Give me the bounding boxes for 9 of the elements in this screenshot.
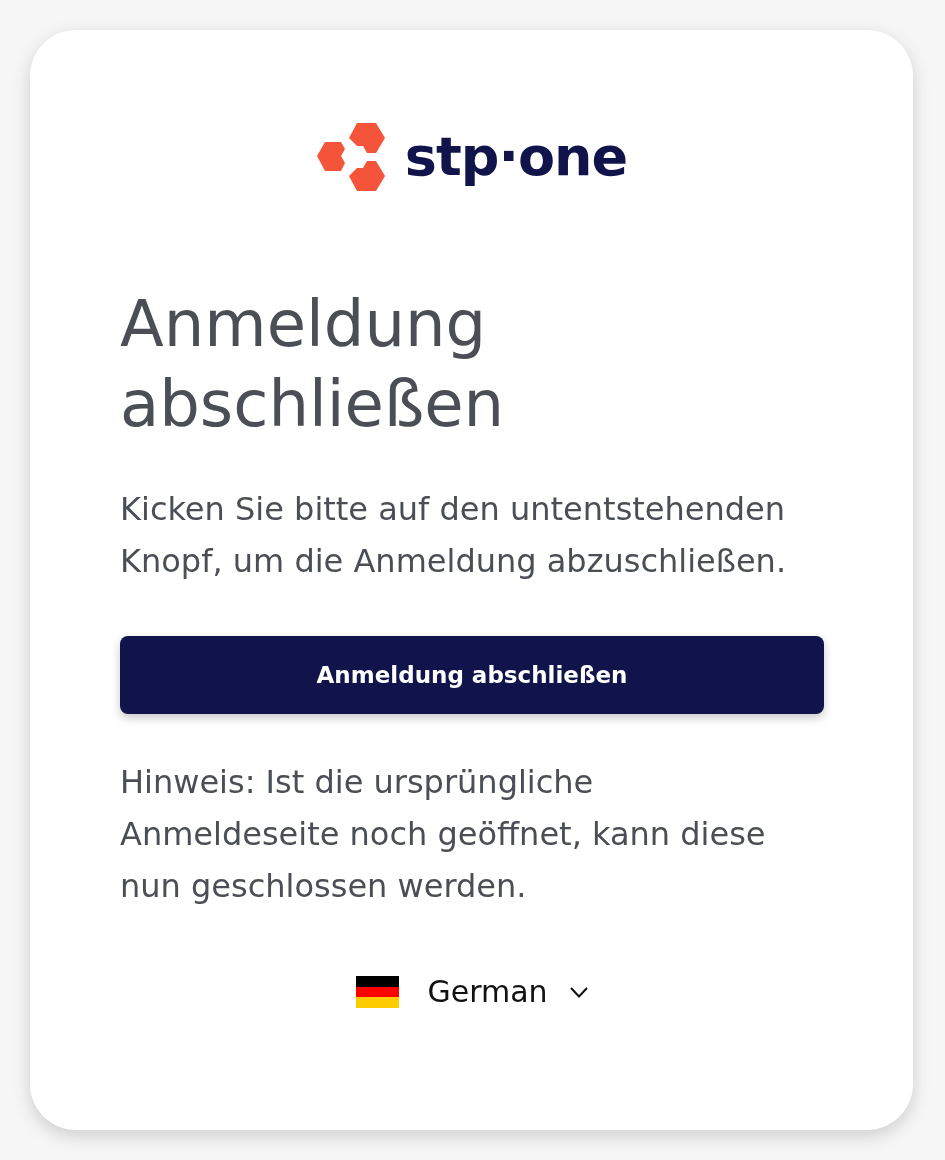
complete-login-button[interactable]: Anmeldung abschließen	[120, 636, 824, 714]
flag-icon	[356, 976, 400, 1008]
hexagons-logo-icon	[316, 122, 385, 192]
instruction-text: Kicken Sie bitte auf den untentstehenden Knopf, um die Anmeldung abzuschließen.	[120, 489, 788, 582]
language-dropdown[interactable]: German	[356, 972, 588, 1012]
page-heading: Anmeldung abschließen	[120, 286, 506, 443]
logo-text: stp·one	[404, 125, 628, 189]
caret-icon	[569, 986, 588, 998]
note-text: Hinweis: Ist die ursprüngliche Anmeldeseite noch geöffnet, kann diese nun geschlossen werden.	[120, 762, 767, 907]
